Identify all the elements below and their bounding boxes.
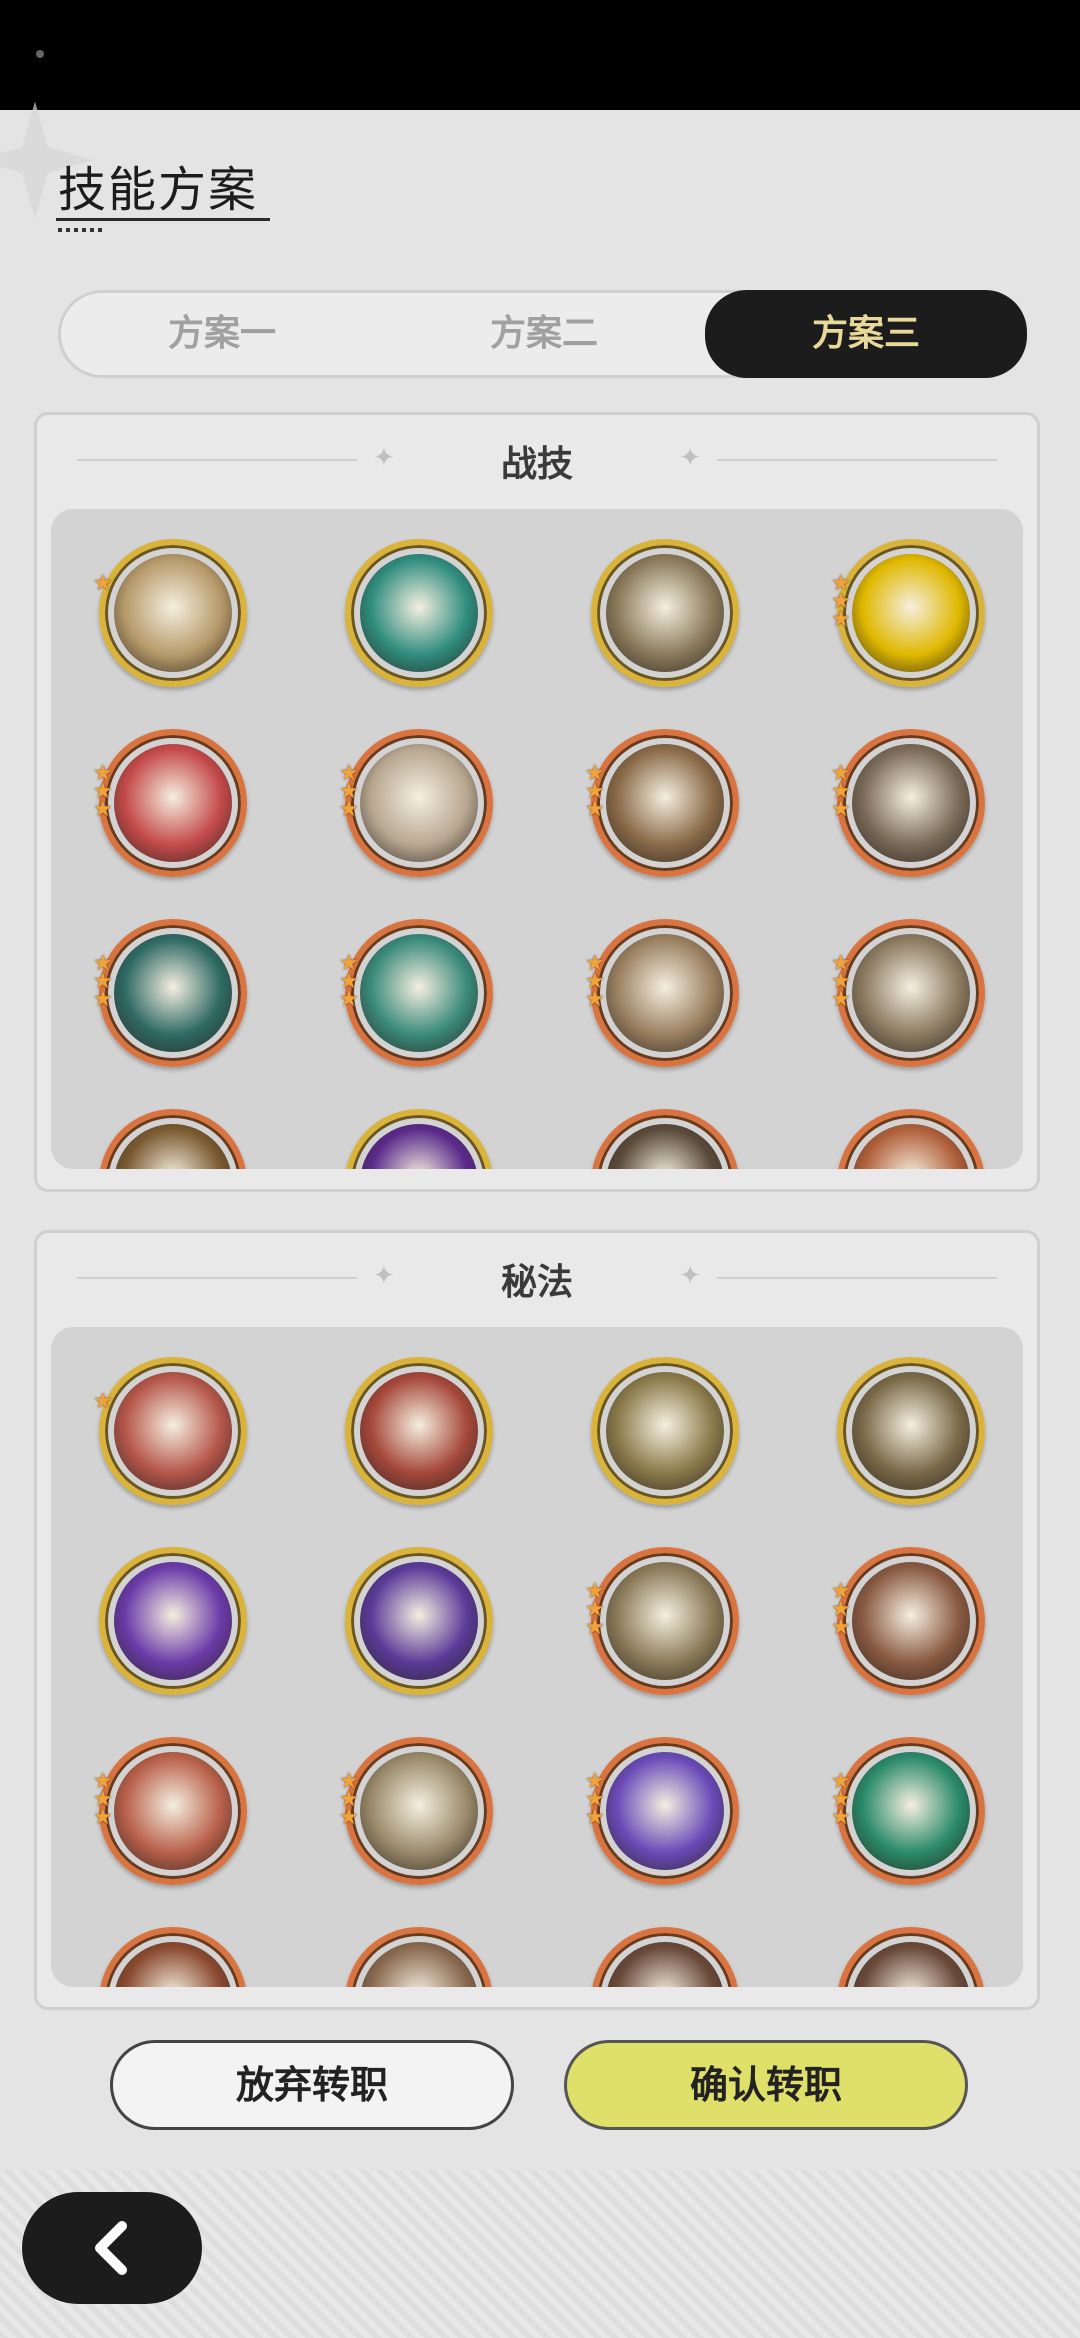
star-rank-indicator: ★ ★ ★ xyxy=(339,951,359,1012)
arcane-section-title: 秘法 xyxy=(500,1262,573,1303)
page-title: 技能方案 xyxy=(58,162,259,218)
panel-header: ✦ ✦ 秘法 xyxy=(37,1233,1037,1323)
star-rank-indicator: ★ ★ ★ xyxy=(339,1769,359,1830)
skill-icon-16[interactable] xyxy=(837,1109,985,1169)
combat-skills-panel: ✦ ✦ 战技 ★ ★ ★ ★ ★ ★ ★ ★ ★ ★ ★ ★ ★ ★ ★ ★ ★ ★ ★ ★ ★ ★ ★ ★ ★ ★ ★ ★ xyxy=(34,412,1040,1192)
arcane-skill-grid[interactable]: ★ ★ ★ ★ ★ ★ ★ ★ ★ ★ ★ ★ ★ ★ ★ ★ ★ ★ ★ xyxy=(51,1327,1023,1987)
arcane-icon-15[interactable] xyxy=(591,1927,739,1987)
camera-dot xyxy=(36,50,44,58)
tornado-skill-icon[interactable]: ★ ★ ★ xyxy=(831,919,985,1067)
wind-slash-skill-icon[interactable] xyxy=(345,539,493,687)
fire-fist-arcane-icon[interactable]: ★ xyxy=(93,1357,247,1505)
back-button[interactable] xyxy=(22,2192,202,2304)
crescent-skill-icon[interactable]: ★ ★ ★ xyxy=(585,729,739,877)
purple-flame-arcane-icon[interactable] xyxy=(99,1547,247,1695)
shadow-beast-arcane-icon[interactable] xyxy=(345,1547,493,1695)
star-rank-indicator: ★ ★ ★ xyxy=(831,761,851,822)
abandon-class-change-button[interactable]: 放弃转职 xyxy=(110,2040,514,2130)
green-blade-arcane-icon[interactable]: ★ ★ ★ xyxy=(831,1737,985,1885)
star-rank-indicator: ★ ★ ★ xyxy=(93,761,113,822)
title-underline xyxy=(56,218,270,221)
arcane-icon-16[interactable] xyxy=(837,1927,985,1987)
star-rank-indicator: ★ xyxy=(93,1389,113,1414)
star-rank-indicator: ★ ★ ★ xyxy=(585,1579,605,1640)
skill-icon-13[interactable] xyxy=(99,1109,247,1169)
web-skill-icon[interactable]: ★ ★ ★ xyxy=(93,919,247,1067)
star-rank-indicator: ★ ★ ★ xyxy=(831,1769,851,1830)
shield-arcane-icon[interactable]: ★ ★ ★ xyxy=(831,1547,985,1695)
arcane-icon-14[interactable] xyxy=(345,1927,493,1987)
slash-skill-icon[interactable] xyxy=(591,539,739,687)
sword-rain-skill-icon[interactable]: ★ ★ ★ xyxy=(339,919,493,1067)
flag-arcane-icon[interactable]: ★ ★ ★ xyxy=(93,1737,247,1885)
afterimage-skill-icon[interactable]: ★ ★ ★ xyxy=(339,729,493,877)
confirm-class-change-button[interactable]: 确认转职 xyxy=(564,2040,968,2130)
star-rank-indicator: ★ ★ ★ xyxy=(585,761,605,822)
arcane-icon-13[interactable] xyxy=(99,1927,247,1987)
star-rank-indicator: ★ xyxy=(93,571,113,596)
tab-plan-3[interactable]: 方案三 xyxy=(705,290,1027,378)
star-rank-indicator: ★ ★ ★ xyxy=(93,951,113,1012)
vortex-arcane-icon[interactable] xyxy=(837,1357,985,1505)
star-rank-indicator: ★ ★ ★ xyxy=(93,1769,113,1830)
dark-spirit-arcane-icon[interactable]: ★ ★ ★ xyxy=(585,1737,739,1885)
panel-header: ✦ ✦ 战技 xyxy=(37,415,1037,505)
burst-skill-icon[interactable]: ★ xyxy=(93,539,247,687)
power-up-skill-icon[interactable]: ★ ★ ★ xyxy=(831,539,985,687)
spirit-arcane-icon[interactable] xyxy=(591,1357,739,1505)
tab-plan-1[interactable]: 方案一 xyxy=(61,293,383,375)
tab-plan-2[interactable]: 方案二 xyxy=(383,293,705,375)
plan-tabs: 方案一 方案二 方案三 xyxy=(58,290,1027,378)
skill-icon-14[interactable] xyxy=(345,1109,493,1169)
title-decoration xyxy=(58,228,106,232)
star-rank-indicator: ★ ★ ★ xyxy=(831,571,851,632)
armor-arcane-icon[interactable] xyxy=(345,1357,493,1505)
dragon-arcane-icon[interactable]: ★ ★ ★ xyxy=(585,1547,739,1695)
skill-icon-15[interactable] xyxy=(591,1109,739,1169)
combat-section-title: 战技 xyxy=(500,444,573,485)
star-rank-indicator: ★ ★ ★ xyxy=(831,1579,851,1640)
combat-skill-grid[interactable]: ★ ★ ★ ★ ★ ★ ★ ★ ★ ★ ★ ★ ★ ★ ★ ★ ★ ★ ★ ★ ★ ★ ★ ★ ★ ★ ★ ★ xyxy=(51,509,1023,1169)
star-rank-indicator: ★ ★ ★ xyxy=(831,951,851,1012)
star-rank-indicator: ★ ★ ★ xyxy=(585,951,605,1012)
whirl-attack-skill-icon[interactable]: ★ ★ ★ xyxy=(831,729,985,877)
blade-strike-skill-icon[interactable]: ★ ★ ★ xyxy=(585,919,739,1067)
arcane-skills-panel: ✦ ✦ 秘法 ★ ★ ★ ★ ★ ★ ★ ★ ★ ★ ★ ★ ★ ★ ★ ★ ★ ★ ★ xyxy=(34,1230,1040,2010)
sword-boost-arcane-icon[interactable]: ★ ★ ★ xyxy=(339,1737,493,1885)
status-bar xyxy=(0,0,1080,110)
star-rank-indicator: ★ ★ ★ xyxy=(339,761,359,822)
back-arrow-icon xyxy=(95,2221,127,2275)
blood-strike-skill-icon[interactable]: ★ ★ ★ xyxy=(93,729,247,877)
star-rank-indicator: ★ ★ ★ xyxy=(585,1769,605,1830)
